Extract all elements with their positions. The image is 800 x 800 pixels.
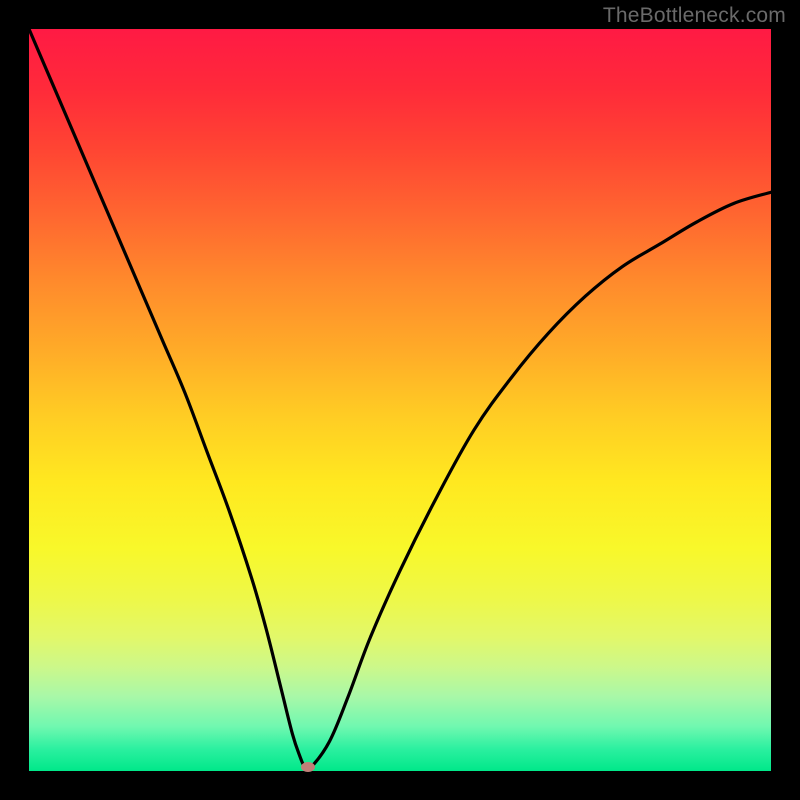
chart-frame: TheBottleneck.com — [0, 0, 800, 800]
bottleneck-curve — [29, 29, 771, 771]
optimal-point-marker — [301, 762, 315, 772]
plot-area — [29, 29, 771, 771]
watermark-text: TheBottleneck.com — [603, 4, 786, 28]
